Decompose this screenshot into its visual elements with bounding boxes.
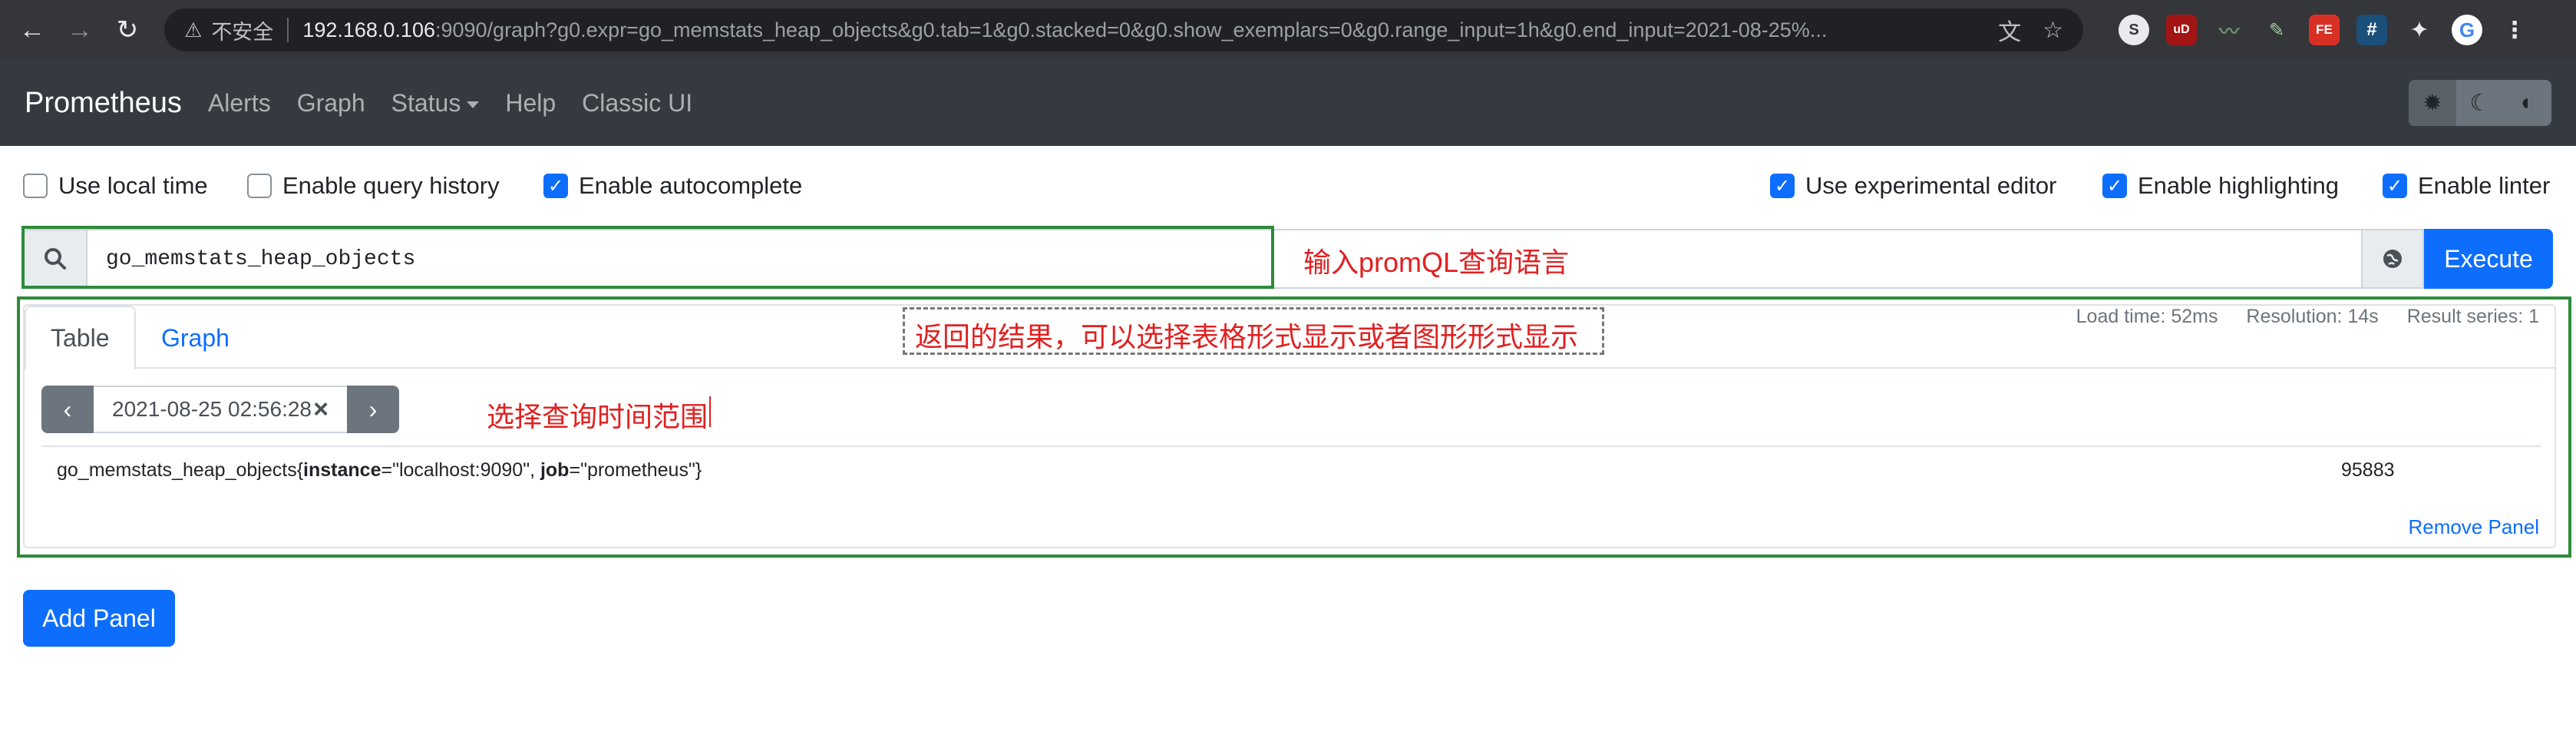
nav-help[interactable]: Help (505, 89, 556, 118)
option-highlighting[interactable]: ✓ Enable highlighting (2102, 172, 2339, 200)
profile-avatar-icon[interactable]: G (2452, 15, 2482, 45)
add-panel-button[interactable]: Add Panel (23, 590, 175, 647)
hash-icon[interactable]: # (2356, 15, 2387, 45)
nav-alerts[interactable]: Alerts (208, 89, 271, 118)
text-cursor (709, 396, 711, 427)
url-path: :9090/graph?g0.expr=go_memstats_heap_obj… (434, 18, 1828, 41)
brand-logo-text[interactable]: Prometheus (25, 87, 182, 120)
annotation-result-note: 返回的结果，可以选择表格形式显示或者图形形式显示 (915, 321, 1579, 353)
menu-dots-icon[interactable]: ⋮ (2499, 15, 2530, 45)
app-navbar: Prometheus Alerts Graph Status Help Clas… (0, 60, 2576, 146)
fe-helper-icon[interactable]: FE (2309, 15, 2340, 45)
nav-classic-ui[interactable]: Classic UI (582, 89, 692, 118)
theme-toggle-group: ✹ ☾ ◐ (2409, 80, 2551, 126)
divider (287, 18, 289, 42)
metrics-explorer-globe-icon[interactable] (2363, 229, 2424, 289)
nav-graph[interactable]: Graph (297, 89, 365, 118)
annotation-query-note: 输入promQL查询语言 (1303, 247, 1570, 278)
ublock-icon[interactable]: uD (2166, 15, 2197, 45)
ext-pin-icon[interactable]: ✎ (2261, 15, 2292, 45)
option-local-time[interactable]: Use local time (23, 172, 208, 200)
option-label: Enable linter (2418, 172, 2551, 199)
caret-down-icon (467, 101, 480, 108)
translate-icon[interactable]: 文 (1998, 13, 2021, 47)
option-label: Use local time (58, 172, 208, 199)
checkbox[interactable] (23, 174, 48, 198)
option-label: Enable query history (282, 172, 500, 199)
browser-toolbar: ← → ↻ ⚠ 不安全 192.168.0.106 :9090/graph?g0… (0, 0, 2576, 60)
option-label: Enable autocomplete (579, 172, 803, 199)
option-label: Enable highlighting (2138, 172, 2339, 199)
option-label: Use experimental editor (1805, 172, 2057, 199)
forward-icon[interactable]: → (58, 8, 101, 51)
annotation-time-note: 选择查询时间范围 (487, 401, 708, 432)
contrast-icon[interactable]: ◐ (2504, 80, 2551, 126)
execute-button[interactable]: Execute (2424, 229, 2553, 289)
option-linter[interactable]: ✓ Enable linter (2383, 172, 2550, 200)
checkbox-checked-icon[interactable]: ✓ (543, 174, 568, 198)
annotation-query-box (21, 226, 1274, 289)
option-query-history[interactable]: Enable query history (247, 172, 500, 200)
nav-status-label: Status (391, 88, 461, 117)
checkbox-checked-icon[interactable]: ✓ (1770, 174, 1795, 198)
reload-icon[interactable]: ↻ (106, 8, 149, 51)
checkbox-checked-icon[interactable]: ✓ (2383, 174, 2407, 198)
url-host: 192.168.0.106 (302, 18, 435, 41)
bookmark-star-icon[interactable]: ☆ (2043, 17, 2063, 44)
ext-chart-icon[interactable]: 〰 (2214, 15, 2244, 45)
nav-status-dropdown[interactable]: Status (391, 89, 480, 118)
warning-icon: ⚠ (184, 18, 203, 41)
moon-icon[interactable]: ☾ (2456, 80, 2504, 126)
sun-icon[interactable]: ✹ (2409, 80, 2456, 126)
options-bar: Use local time Enable query history ✓ Ena… (0, 146, 2576, 230)
checkbox[interactable] (247, 174, 272, 198)
insecure-label: 不安全 (211, 20, 274, 44)
address-bar[interactable]: ⚠ 不安全 192.168.0.106 :9090/graph?g0.expr=… (164, 8, 2083, 51)
ext-s-icon[interactable]: S (2119, 15, 2149, 45)
checkbox-checked-icon[interactable]: ✓ (2102, 174, 2127, 198)
back-icon[interactable]: ← (11, 8, 54, 51)
option-autocomplete[interactable]: ✓ Enable autocomplete (543, 172, 802, 200)
option-experimental-editor[interactable]: ✓ Use experimental editor (1770, 172, 2056, 200)
puzzle-icon[interactable]: ✦ (2404, 15, 2435, 45)
